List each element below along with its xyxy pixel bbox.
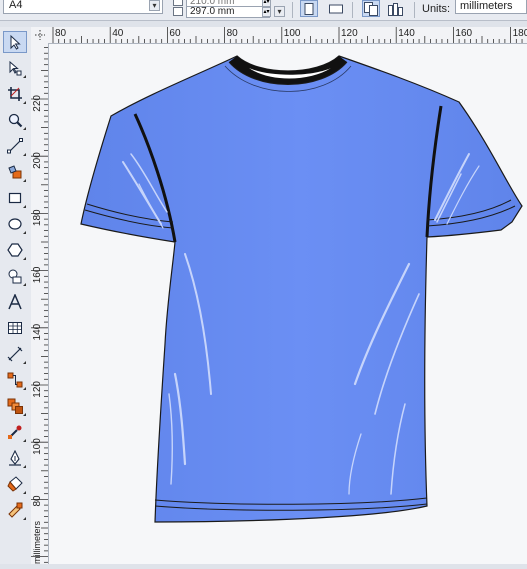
horizontal-ruler[interactable]: 80 40 60 80 100 120 140 160 180 (48, 27, 527, 44)
ruler-label: 140 (32, 323, 43, 340)
width-spinner-button[interactable]: ▴▾ (262, 0, 271, 7)
vertical-ruler[interactable]: 220 200 180 160 140 120 100 80 millimeters (31, 43, 49, 564)
ellipse-tool-button[interactable] (3, 213, 27, 235)
interactive-fill-tool-icon (8, 502, 23, 518)
table-tool-button[interactable] (3, 317, 27, 339)
basic-shapes-tool-icon (8, 269, 22, 284)
ruler-label: 40 (112, 28, 124, 39)
units-value: millimeters (460, 0, 513, 12)
zoom-tool-icon (8, 113, 23, 128)
units-label: Units: (422, 3, 451, 15)
portrait-orientation-button[interactable] (300, 0, 318, 17)
ruler-origin-icon (35, 30, 45, 40)
ruler-label: 140 (398, 28, 415, 39)
rectangle-tool-icon (8, 192, 22, 204)
polygon-tool-button[interactable] (3, 239, 27, 261)
pick-tool-button[interactable] (3, 31, 27, 53)
rectangle-tool-button[interactable] (3, 187, 27, 209)
t-shirt-body[interactable] (80, 55, 523, 523)
connector-tool-icon (7, 372, 23, 388)
shape-tool-icon (9, 60, 22, 76)
eyedropper-tool-button[interactable] (3, 421, 27, 443)
smart-fill-tool-button[interactable] (3, 161, 27, 183)
t-shirt-artwork[interactable] (49, 44, 527, 564)
smart-fill-tool-icon (8, 165, 22, 179)
chevron-down-icon[interactable]: ▾ (149, 0, 160, 11)
height-dropdown-button[interactable]: ▾ (274, 6, 285, 17)
all-pages-icon (364, 1, 378, 16)
ruler-label: 220 (32, 95, 43, 112)
text-tool-button[interactable] (3, 291, 27, 313)
ruler-label: 80 (227, 28, 239, 39)
vertical-ruler-scale: 220 200 180 160 140 120 100 80 millimeters (31, 47, 48, 564)
fill-tool-icon (7, 476, 23, 492)
current-page-icon (388, 2, 403, 16)
ruler-label: 100 (284, 28, 301, 39)
ruler-label: 120 (32, 381, 43, 398)
connector-tool-button[interactable] (3, 369, 27, 391)
height-spinner-button[interactable]: ▴▾ (262, 7, 271, 17)
basic-shapes-tool-button[interactable] (3, 265, 27, 287)
fill-tool-button[interactable] (3, 473, 27, 495)
shape-tool-button[interactable] (3, 57, 27, 79)
freehand-tool-icon (7, 138, 23, 154)
ruler-origin-corner[interactable] (31, 27, 49, 44)
portrait-icon (304, 2, 314, 15)
ruler-label: 160 (455, 28, 472, 39)
table-tool-icon (8, 322, 22, 334)
toolbar-separator (292, 2, 293, 18)
ruler-label: 200 (32, 152, 43, 169)
page-width-icon (173, 0, 183, 6)
eyedropper-tool-icon (8, 425, 22, 439)
ruler-label: 180 (513, 28, 527, 39)
ruler-label: 120 (341, 28, 358, 39)
current-page-button[interactable] (387, 0, 405, 17)
outline-pen-tool-button[interactable] (3, 447, 27, 469)
pick-tool-icon (10, 34, 21, 50)
ruler-label: 80 (32, 495, 43, 507)
ruler-label: 160 (32, 266, 43, 283)
landscape-orientation-button[interactable] (327, 0, 345, 17)
toolbox (0, 27, 32, 564)
page-height-field[interactable]: 297.0 mm (186, 6, 270, 18)
all-pages-button[interactable] (362, 0, 380, 17)
ruler-label: 100 (32, 438, 43, 455)
crop-tool-button[interactable] (3, 83, 27, 105)
zoom-tool-button[interactable] (3, 109, 27, 131)
freehand-tool-button[interactable] (3, 135, 27, 157)
blend-tool-icon (7, 398, 23, 414)
outline-pen-tool-icon (9, 450, 21, 466)
ruler-label: 80 (55, 28, 67, 39)
landscape-icon (329, 4, 343, 13)
text-tool-icon (8, 294, 22, 310)
page-height-icon (173, 7, 183, 16)
units-select[interactable]: millimeters (455, 0, 527, 14)
paper-type-value: A4 (9, 0, 23, 11)
polygon-tool-icon (7, 243, 23, 257)
paper-type-select[interactable]: A4 ▾ (3, 0, 163, 14)
interactive-fill-tool-button[interactable] (3, 499, 27, 521)
ruler-label: 60 (169, 28, 181, 39)
page-size-fields: 210.0 mm 297.0 mm ▴▾ ▴▾ (169, 0, 271, 20)
horizontal-ruler-scale: 80 40 60 80 100 120 140 160 180 (52, 27, 527, 43)
toolbar-separator (352, 2, 353, 18)
crop-tool-icon (8, 87, 22, 101)
drawing-canvas[interactable] (49, 44, 527, 564)
property-bar: A4 ▾ 210.0 mm 297.0 mm ▴▾ ▴▾ ▾ Units: mi… (0, 0, 527, 21)
ellipse-tool-icon (8, 218, 22, 230)
dimension-tool-icon (7, 346, 23, 362)
blend-tool-button[interactable] (3, 395, 27, 417)
dimension-tool-button[interactable] (3, 343, 27, 365)
toolbar-separator (414, 2, 415, 18)
ruler-label: 180 (32, 209, 43, 226)
ruler-unit-label: millimeters (32, 520, 42, 564)
